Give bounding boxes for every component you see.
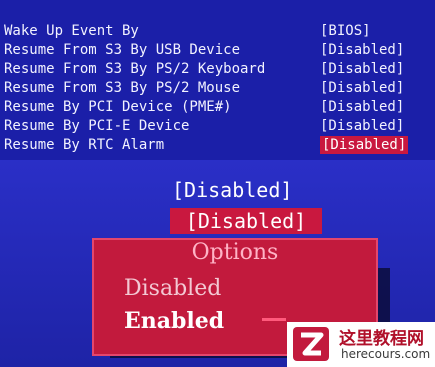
setting-label: Wake Up Event By: [4, 23, 139, 39]
setting-value-selected[interactable]: [Disabled]: [320, 136, 409, 154]
setting-value[interactable]: [Disabled]: [320, 79, 404, 97]
zoomed-setting-value: [Disabled]: [172, 178, 293, 202]
zoomed-selected-value[interactable]: [Disabled]: [170, 208, 322, 234]
setting-row-wake-up-event[interactable]: Wake Up Event By [BIOS]: [4, 22, 429, 40]
watermark-title: 这里教程网: [339, 329, 424, 349]
setting-row-resume-pcie[interactable]: Resume By PCI-E Device [Disabled]: [4, 117, 429, 135]
setting-value[interactable]: [Disabled]: [320, 98, 404, 116]
watermark-url: herecours.com: [341, 347, 431, 361]
setting-label: Resume From S3 By USB Device: [4, 42, 241, 58]
setting-label: Resume By RTC Alarm: [4, 137, 165, 153]
bios-settings-panel: Wake Up Event By [BIOS] Resume From S3 B…: [0, 0, 435, 160]
text-cursor: [262, 318, 286, 321]
setting-label: Resume From S3 By PS/2 Mouse: [4, 80, 241, 96]
option-enabled[interactable]: Enabled: [124, 308, 224, 334]
setting-row-resume-ps2-keyboard[interactable]: Resume From S3 By PS/2 Keyboard [Disable…: [4, 60, 429, 78]
watermark: 这里教程网 herecours.com: [287, 322, 435, 367]
setting-label: Resume From S3 By PS/2 Keyboard: [4, 61, 266, 77]
options-title: Options: [191, 240, 279, 265]
setting-row-resume-rtc-alarm[interactable]: Resume By RTC Alarm [Disabled]: [4, 136, 429, 154]
setting-value[interactable]: [Disabled]: [320, 41, 404, 59]
setting-row-resume-pci[interactable]: Resume By PCI Device (PME#) [Disabled]: [4, 98, 429, 116]
setting-value[interactable]: [BIOS]: [320, 22, 371, 40]
setting-label: Resume By PCI Device (PME#): [4, 99, 232, 115]
setting-label: Resume By PCI-E Device: [4, 118, 190, 134]
setting-value[interactable]: [Disabled]: [320, 117, 404, 135]
setting-value[interactable]: [Disabled]: [320, 60, 404, 78]
setting-row-resume-ps2-mouse[interactable]: Resume From S3 By PS/2 Mouse [Disabled]: [4, 79, 429, 97]
watermark-logo-icon: [293, 327, 329, 361]
setting-row-resume-usb[interactable]: Resume From S3 By USB Device [Disabled]: [4, 41, 429, 59]
option-disabled[interactable]: Disabled: [124, 276, 221, 301]
